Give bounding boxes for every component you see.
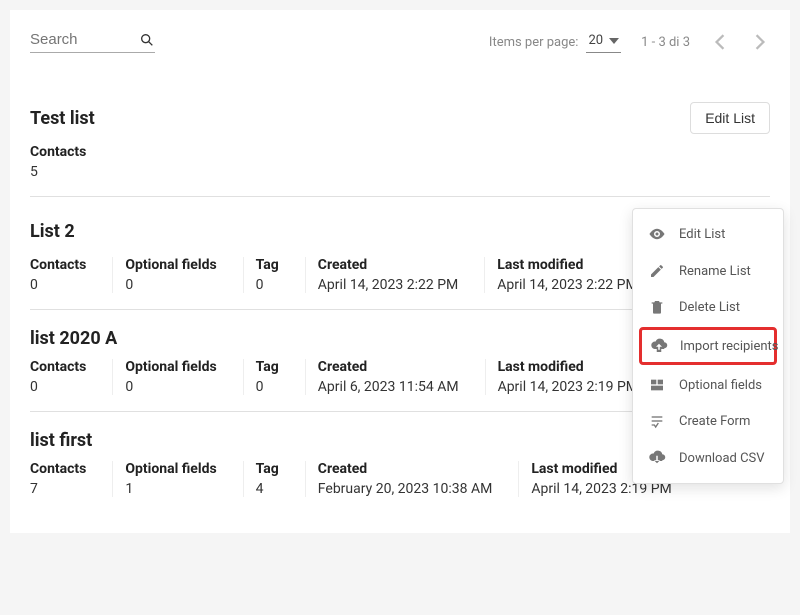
field-label: Last modified [498, 359, 638, 375]
dropdown-item-rename[interactable]: Rename List [633, 253, 783, 289]
prev-page-button[interactable] [710, 30, 730, 54]
search-input[interactable] [30, 31, 139, 48]
field-optional-fields: Optional fields 0 [112, 359, 228, 395]
field-value: 4 [256, 481, 279, 497]
list-title: Test list [30, 108, 95, 129]
field-value: 0 [256, 277, 279, 293]
field-value: 0 [125, 379, 216, 395]
items-per-page-value: 20 [588, 33, 603, 48]
list-actions: Edit List [690, 102, 770, 134]
pencil-icon [647, 263, 667, 279]
field-label: Tag [256, 359, 279, 375]
field-value: April 14, 2023 2:19 PM [498, 379, 638, 395]
field-tag: Tag 4 [243, 461, 291, 497]
field-label: Tag [256, 461, 279, 477]
cloud-upload-icon [650, 337, 668, 355]
topbar-right: Items per page: 20 1 - 3 di 3 [489, 30, 770, 54]
dropdown-item-optional-fields[interactable]: Optional fields [633, 367, 783, 403]
dropdown-item-edit[interactable]: Edit List [633, 215, 783, 253]
dropdown-label: Optional fields [679, 378, 762, 393]
field-label: Created [318, 257, 458, 273]
dropdown-label: Create Form [679, 414, 750, 429]
search-icon[interactable] [139, 32, 155, 48]
next-page-button[interactable] [750, 30, 770, 54]
eye-icon [647, 225, 667, 243]
field-value: April 14, 2023 2:22 PM [497, 277, 637, 293]
field-created: Created February 20, 2023 10:38 AM [305, 461, 505, 497]
list-section: Test list Edit List Contacts 5 [30, 84, 770, 197]
field-value: 5 [30, 164, 86, 180]
field-value: April 6, 2023 11:54 AM [318, 379, 459, 395]
list-header: Test list Edit List [30, 102, 770, 134]
list-title: List 2 [30, 221, 75, 242]
field-optional-fields: Optional fields 0 [112, 257, 228, 293]
dropdown-arrow-icon [609, 36, 619, 46]
field-label: Tag [256, 257, 279, 273]
search-wrap [30, 31, 155, 53]
field-value: 1 [125, 481, 216, 497]
items-per-page: Items per page: 20 [489, 31, 621, 53]
field-contacts: Contacts 7 [30, 461, 98, 497]
dropdown-item-create-form[interactable]: Create Form [633, 403, 783, 439]
field-last-modified: Last modified April 14, 2023 2:22 PM [484, 257, 649, 293]
field-created: Created April 6, 2023 11:54 AM [305, 359, 471, 395]
field-last-modified: Last modified April 14, 2023 2:19 PM [485, 359, 650, 395]
dropdown-label: Rename List [679, 264, 751, 279]
field-value: 0 [125, 277, 216, 293]
field-label: Optional fields [125, 257, 216, 273]
form-icon [647, 413, 667, 429]
trash-icon [647, 299, 667, 315]
field-value: 0 [256, 379, 279, 395]
field-value: February 20, 2023 10:38 AM [318, 481, 493, 497]
field-label: Contacts [30, 257, 86, 273]
topbar: Items per page: 20 1 - 3 di 3 [30, 30, 770, 54]
field-contacts: Contacts 0 [30, 257, 98, 293]
field-value: 0 [30, 379, 86, 395]
field-label: Contacts [30, 144, 86, 160]
list-fields: Contacts 5 [30, 144, 770, 180]
field-label: Created [318, 461, 493, 477]
items-per-page-select[interactable]: 20 [586, 31, 621, 53]
field-contacts: Contacts 0 [30, 359, 98, 395]
field-label: Contacts [30, 461, 86, 477]
field-optional-fields: Optional fields 1 [112, 461, 228, 497]
grid-icon [647, 377, 667, 393]
dropdown-label: Import recipients [680, 339, 779, 354]
dropdown-item-download-csv[interactable]: Download CSV [633, 439, 783, 477]
dropdown-label: Download CSV [679, 451, 765, 466]
items-per-page-label: Items per page: [489, 35, 579, 50]
field-label: Contacts [30, 359, 86, 375]
dropdown-label: Edit List [679, 227, 725, 242]
field-tag: Tag 0 [243, 359, 291, 395]
field-label: Optional fields [125, 461, 216, 477]
field-label: Created [318, 359, 459, 375]
field-value: 0 [30, 277, 86, 293]
field-value: April 14, 2023 2:22 PM [318, 277, 458, 293]
field-value: 7 [30, 481, 86, 497]
dropdown-item-delete[interactable]: Delete List [633, 289, 783, 325]
edit-list-button[interactable]: Edit List [690, 102, 770, 134]
field-label: Last modified [497, 257, 637, 273]
field-tag: Tag 0 [243, 257, 291, 293]
more-actions-dropdown: Edit List Rename List Delete List Import… [632, 208, 784, 484]
dropdown-label: Delete List [679, 300, 740, 315]
field-created: Created April 14, 2023 2:22 PM [305, 257, 470, 293]
list-title: list 2020 A [30, 328, 117, 349]
page-container: Items per page: 20 1 - 3 di 3 Test list [10, 10, 790, 533]
cloud-download-icon [647, 449, 667, 467]
pagination-range: 1 - 3 di 3 [641, 35, 690, 50]
field-label: Optional fields [125, 359, 216, 375]
list-title: list first [30, 430, 92, 451]
dropdown-item-import[interactable]: Import recipients [639, 327, 777, 365]
field-contacts: Contacts 5 [30, 144, 98, 180]
